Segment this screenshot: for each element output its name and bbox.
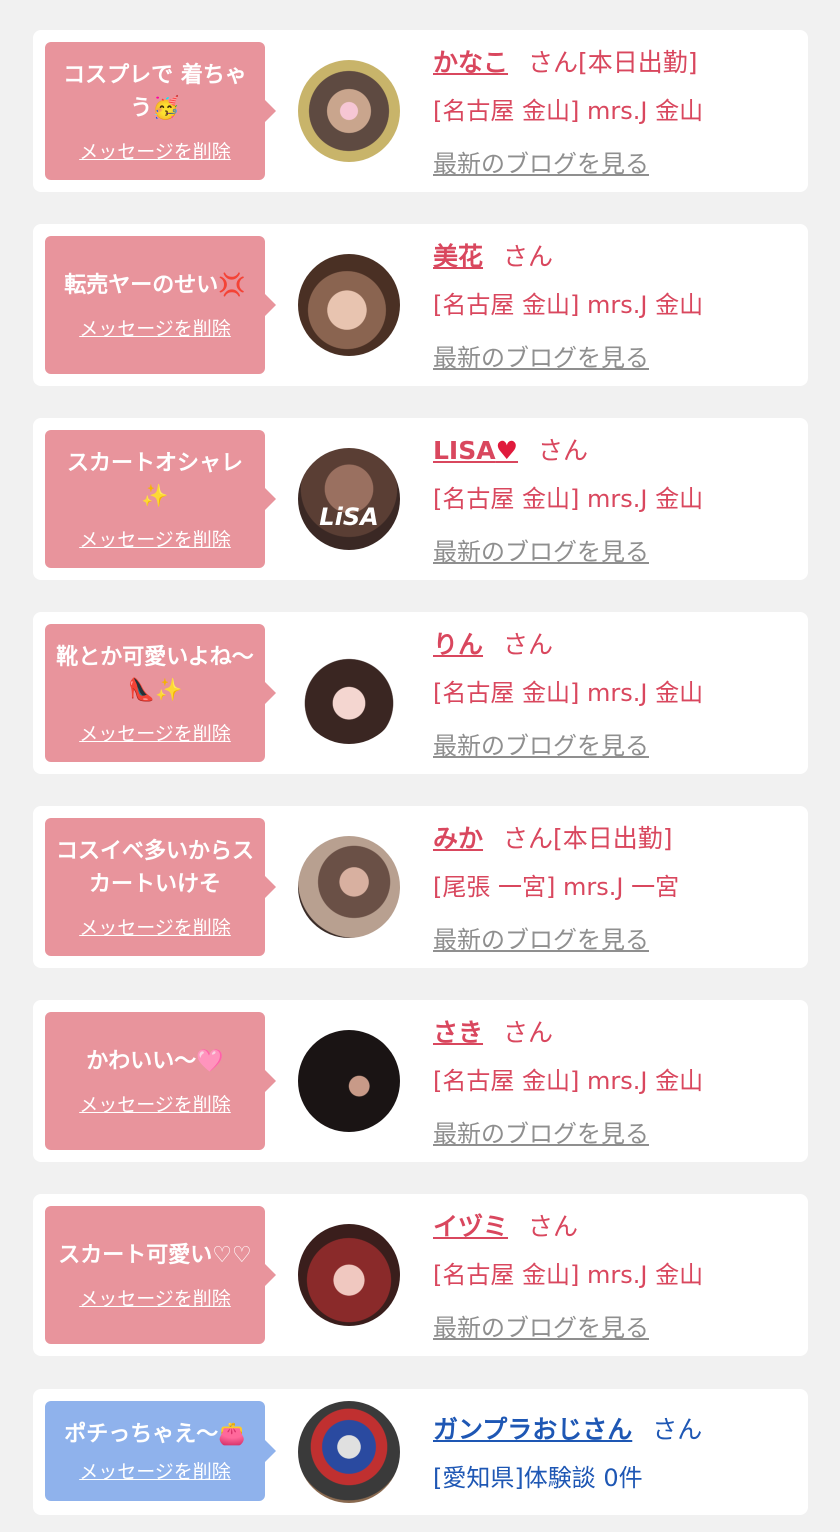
message-bubble: スカート可愛い♡♡ メッセージを削除 xyxy=(45,1206,276,1344)
profile-name: LISA xyxy=(433,436,496,465)
message-text: 転売ヤーのせい💢 xyxy=(64,273,246,298)
profile-name-link[interactable]: みか xyxy=(433,824,483,853)
profile-info: イヅミ さん [名古屋 金山] mrs.J 金山 最新のブログを見る xyxy=(433,1204,703,1356)
message-bubble: 靴とか可愛いよね〜👠✨ メッセージを削除 xyxy=(45,624,276,762)
profile-info: みか さん[本日出勤] [尾張 一宮] mrs.J 一宮 最新のブログを見る xyxy=(433,816,679,968)
profile-info: 美花 さん [名古屋 金山] mrs.J 金山 最新のブログを見る xyxy=(433,234,703,386)
shop-name: [名古屋 金山] mrs.J 金山 xyxy=(433,291,704,319)
message-text: かわいい〜🩷 xyxy=(86,1049,224,1074)
honorific: さん xyxy=(652,1415,703,1444)
delete-message-link[interactable]: メッセージを削除 xyxy=(79,719,231,746)
shop-name: [尾張 一宮] mrs.J 一宮 xyxy=(433,873,680,901)
blog-link[interactable]: 最新のブログを見る xyxy=(433,330,703,386)
message-text: ポチっちゃえ〜👛 xyxy=(64,1422,246,1447)
message-card: スカート可愛い♡♡ メッセージを削除 イヅミ さん [名古屋 金山] mrs.J … xyxy=(33,1194,808,1356)
avatar[interactable]: LiSA xyxy=(298,448,400,550)
delete-message-link[interactable]: メッセージを削除 xyxy=(79,913,231,940)
avatar[interactable] xyxy=(298,1030,400,1132)
honorific: さん xyxy=(503,242,554,271)
honorific: さん xyxy=(503,1018,554,1047)
shop-name: [名古屋 金山] mrs.J 金山 xyxy=(433,485,704,513)
avatar[interactable] xyxy=(298,642,400,744)
blog-link[interactable]: 最新のブログを見る xyxy=(433,912,679,968)
review-count: [愛知県]体験談 0件 xyxy=(433,1464,643,1492)
message-card: スカートオシャレ✨ メッセージを削除 LiSA LISA♥ さん [名古屋 金山]… xyxy=(33,418,808,580)
honorific: さん xyxy=(503,824,554,853)
heart-icon: ♥ xyxy=(495,436,519,465)
blog-link[interactable]: 最新のブログを見る xyxy=(433,1300,703,1356)
message-bubble: かわいい〜🩷 メッセージを削除 xyxy=(45,1012,276,1150)
message-bubble: コスイベ多いからスカートいけそ メッセージを削除 xyxy=(45,818,276,956)
shop-name: [名古屋 金山] mrs.J 金山 xyxy=(433,679,704,707)
profile-name-link[interactable]: 美花 xyxy=(433,242,483,271)
delete-message-link[interactable]: メッセージを削除 xyxy=(79,525,231,552)
message-text: スカートオシャレ✨ xyxy=(66,450,243,509)
message-card: コスプレで 着ちゃう🥳 メッセージを削除 かなこ さん[本日出勤] [名古屋 金山… xyxy=(33,30,808,192)
message-text: コスイベ多いからスカートいけそ xyxy=(55,838,254,897)
status-badge: [本日出勤] xyxy=(553,824,673,853)
message-card: 転売ヤーのせい💢 メッセージを削除 美花 さん [名古屋 金山] mrs.J 金山… xyxy=(33,224,808,386)
avatar[interactable] xyxy=(298,1401,400,1503)
honorific: さん xyxy=(503,630,554,659)
avatar[interactable] xyxy=(298,254,400,356)
message-bubble: コスプレで 着ちゃう🥳 メッセージを削除 xyxy=(45,42,276,180)
delete-message-link[interactable]: メッセージを削除 xyxy=(79,137,231,164)
blog-link[interactable]: 最新のブログを見る xyxy=(433,1106,703,1162)
message-card: かわいい〜🩷 メッセージを削除 さき さん [名古屋 金山] mrs.J 金山 最… xyxy=(33,1000,808,1162)
delete-message-link[interactable]: メッセージを削除 xyxy=(79,1090,231,1117)
avatar[interactable] xyxy=(298,60,400,162)
shop-name: [名古屋 金山] mrs.J 金山 xyxy=(433,1261,704,1289)
avatar[interactable] xyxy=(298,1224,400,1326)
message-card: 靴とか可愛いよね〜👠✨ メッセージを削除 りん さん [名古屋 金山] mrs.J… xyxy=(33,612,808,774)
profile-name-link[interactable]: イヅミ xyxy=(433,1212,508,1241)
message-card: ポチっちゃえ〜👛 メッセージを削除 ガンプラおじさん さん [愛知県]体験談 0件 xyxy=(33,1389,808,1515)
delete-message-link[interactable]: メッセージを削除 xyxy=(79,1457,231,1484)
profile-info: かなこ さん[本日出勤] [名古屋 金山] mrs.J 金山 最新のブログを見る xyxy=(433,40,703,192)
profile-info: りん さん [名古屋 金山] mrs.J 金山 最新のブログを見る xyxy=(433,622,703,774)
delete-message-link[interactable]: メッセージを削除 xyxy=(79,314,231,341)
avatar-text: LiSA xyxy=(319,503,379,531)
honorific: さん xyxy=(538,436,589,465)
blog-link[interactable]: 最新のブログを見る xyxy=(433,524,703,580)
message-text: 靴とか可愛いよね〜👠✨ xyxy=(56,644,254,703)
profile-name-link[interactable]: さき xyxy=(433,1018,483,1047)
honorific: さん xyxy=(528,48,579,77)
message-bubble: 転売ヤーのせい💢 メッセージを削除 xyxy=(45,236,276,374)
message-list: コスプレで 着ちゃう🥳 メッセージを削除 かなこ さん[本日出勤] [名古屋 金山… xyxy=(0,0,840,1532)
shop-name: [名古屋 金山] mrs.J 金山 xyxy=(433,1067,704,1095)
profile-info: ガンプラおじさん さん [愛知県]体験談 0件 xyxy=(433,1407,702,1503)
profile-name-link[interactable]: ガンプラおじさん xyxy=(433,1415,632,1444)
honorific: さん xyxy=(528,1212,579,1241)
blog-link[interactable]: 最新のブログを見る xyxy=(433,136,703,192)
message-bubble: ポチっちゃえ〜👛 メッセージを削除 xyxy=(45,1401,276,1501)
message-text: スカート可愛い♡♡ xyxy=(58,1243,252,1268)
profile-name-link[interactable]: LISA♥ xyxy=(433,436,518,465)
profile-name-link[interactable]: りん xyxy=(433,630,483,659)
shop-name: [名古屋 金山] mrs.J 金山 xyxy=(433,97,704,125)
message-card: コスイベ多いからスカートいけそ メッセージを削除 みか さん[本日出勤] [尾張 … xyxy=(33,806,808,968)
message-bubble: スカートオシャレ✨ メッセージを削除 xyxy=(45,430,276,568)
delete-message-link[interactable]: メッセージを削除 xyxy=(79,1284,231,1311)
status-badge: [本日出勤] xyxy=(578,48,698,77)
message-text: コスプレで 着ちゃう🥳 xyxy=(63,62,247,121)
profile-name-link[interactable]: かなこ xyxy=(433,48,508,77)
profile-info: さき さん [名古屋 金山] mrs.J 金山 最新のブログを見る xyxy=(433,1010,703,1162)
blog-link[interactable]: 最新のブログを見る xyxy=(433,718,703,774)
profile-info: LISA♥ さん [名古屋 金山] mrs.J 金山 最新のブログを見る xyxy=(433,428,703,580)
avatar[interactable] xyxy=(298,836,400,938)
